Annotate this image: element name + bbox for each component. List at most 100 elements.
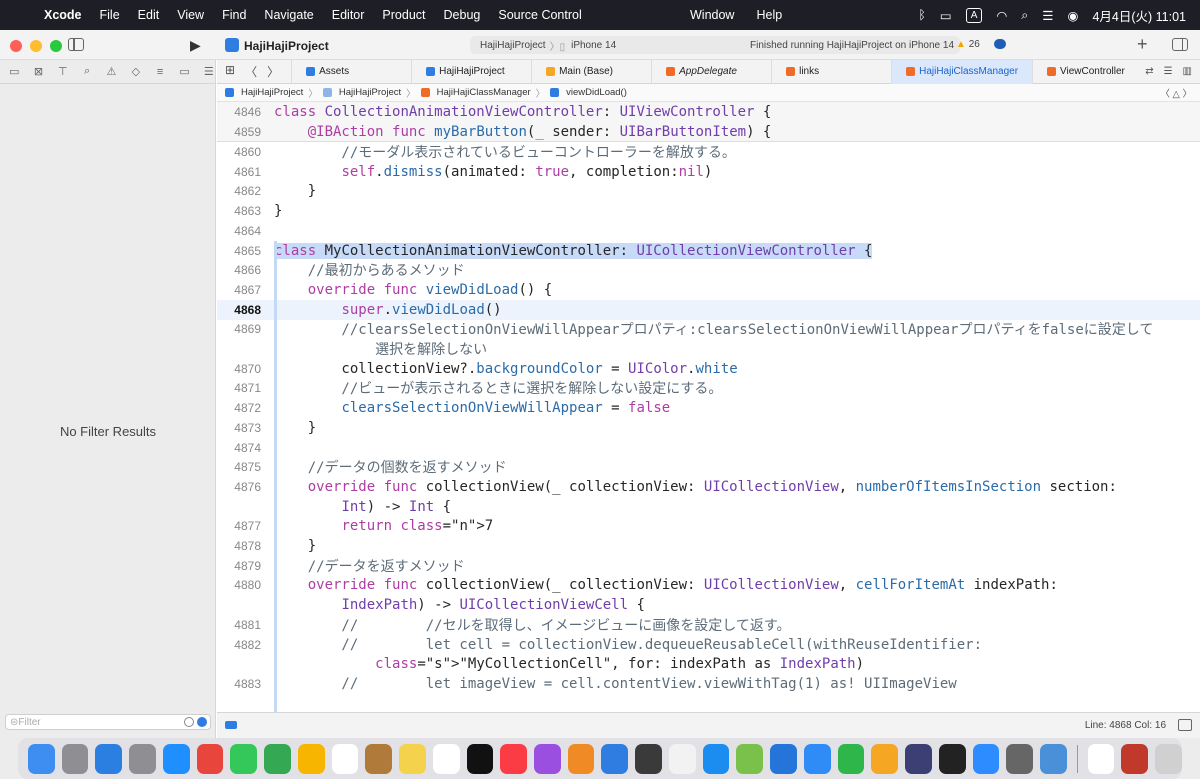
bluetooth-icon[interactable]: ᛒ bbox=[918, 8, 926, 22]
sketch-icon[interactable] bbox=[736, 743, 764, 774]
calendar-icon[interactable] bbox=[331, 743, 359, 774]
jump-bar-item[interactable]: HajiHajiProject bbox=[339, 87, 401, 98]
cloud-status-icon[interactable] bbox=[994, 39, 1006, 49]
debug-area-toggle-icon[interactable] bbox=[1178, 719, 1192, 731]
tab-main-storyboard[interactable]: Main (Base) bbox=[531, 59, 651, 84]
menu-debug[interactable]: Debug bbox=[444, 8, 481, 22]
toggle-inspector-icon[interactable] bbox=[1172, 38, 1188, 51]
textedit-icon[interactable] bbox=[1087, 743, 1115, 774]
vscode-icon[interactable] bbox=[770, 743, 797, 774]
project-title[interactable]: HajiHajiProject bbox=[244, 39, 329, 53]
back-chevron-icon[interactable]: 〈 bbox=[245, 63, 257, 80]
add-library-icon[interactable]: + bbox=[1137, 34, 1148, 55]
breakpoint-icon[interactable]: ▭ bbox=[178, 65, 190, 78]
menu-find[interactable]: Find bbox=[222, 8, 246, 22]
system-settings-icon[interactable] bbox=[129, 743, 156, 774]
books-icon[interactable] bbox=[567, 743, 595, 774]
calculator-icon[interactable] bbox=[1006, 743, 1034, 774]
trash-icon[interactable] bbox=[1155, 743, 1182, 774]
menu-window[interactable]: Window bbox=[690, 8, 734, 22]
xcode-icon[interactable] bbox=[601, 743, 629, 774]
tab-appdelegate[interactable]: AppDelegate bbox=[651, 59, 771, 84]
file-icon[interactable] bbox=[668, 743, 696, 774]
tab-hajihaji-class-manager[interactable]: HajiHajiClassManager bbox=[891, 59, 1033, 84]
finder-icon[interactable] bbox=[28, 743, 55, 774]
spotlight-search-icon[interactable]: ⌕ bbox=[1021, 8, 1028, 23]
app-icon[interactable] bbox=[905, 743, 932, 774]
debug-icon[interactable]: ≡ bbox=[154, 66, 166, 78]
jump-bar-item[interactable]: HajiHajiClassManager bbox=[437, 87, 531, 98]
menu-file[interactable]: File bbox=[100, 8, 120, 22]
menu-product[interactable]: Product bbox=[382, 8, 425, 22]
mail-icon[interactable] bbox=[95, 743, 123, 774]
warnings-indicator[interactable]: ▲ 26 bbox=[956, 39, 980, 50]
messages-icon[interactable] bbox=[230, 743, 258, 774]
safari-icon[interactable] bbox=[162, 743, 190, 774]
source-editor[interactable]: 4846 class CollectionAnimationViewContro… bbox=[217, 102, 1200, 712]
forward-chevron-icon[interactable]: 〉 bbox=[267, 63, 279, 80]
menu-edit[interactable]: Edit bbox=[138, 8, 160, 22]
zoom-icon[interactable] bbox=[972, 743, 1000, 774]
find-icon[interactable]: ⌕ bbox=[81, 65, 93, 78]
activity-viewer[interactable]: HajiHajiProject 〉▯ iPhone 14 Finished ru… bbox=[470, 36, 960, 54]
wifi-icon[interactable]: ◠ bbox=[996, 8, 1007, 23]
menu-view[interactable]: View bbox=[177, 8, 204, 22]
archive-icon[interactable] bbox=[365, 743, 393, 774]
music-icon[interactable] bbox=[500, 743, 528, 774]
editor-options-icon[interactable]: ☰ bbox=[1164, 66, 1173, 77]
launchpad-icon[interactable] bbox=[61, 743, 89, 774]
recent-filter-icon[interactable] bbox=[184, 717, 194, 727]
tab-project[interactable]: HajiHajiProject bbox=[411, 59, 531, 84]
pages-icon[interactable] bbox=[871, 743, 899, 774]
related-items-icon[interactable]: ⇄ bbox=[1145, 66, 1153, 77]
menu-editor[interactable]: Editor bbox=[332, 8, 365, 22]
issue-navigation-icon[interactable]: 〈 △ 〉 bbox=[1160, 86, 1192, 100]
grid-icon[interactable]: ⊞ bbox=[225, 63, 235, 80]
podcasts-icon[interactable] bbox=[534, 743, 561, 774]
maps-icon[interactable] bbox=[264, 743, 291, 774]
keynote-icon[interactable] bbox=[803, 743, 831, 774]
filter-input[interactable]: ⊜ Filter bbox=[5, 714, 211, 730]
dictionary-icon[interactable] bbox=[1121, 743, 1149, 774]
tv-icon[interactable] bbox=[466, 743, 494, 774]
jump-bar-item[interactable]: HajiHajiProject bbox=[241, 87, 303, 98]
device-selector[interactable]: iPhone 14 bbox=[571, 40, 616, 51]
menu-source-control[interactable]: Source Control bbox=[498, 8, 581, 22]
chrome-icon[interactable] bbox=[196, 743, 224, 774]
folder-icon[interactable]: ▭ bbox=[8, 65, 20, 78]
control-center-icon[interactable]: ☰ bbox=[1042, 8, 1053, 23]
close-window-button[interactable] bbox=[10, 40, 22, 52]
tab-assets[interactable]: Assets bbox=[291, 59, 411, 84]
jump-bar-item[interactable]: viewDidLoad() bbox=[566, 87, 627, 98]
scm-filter-icon[interactable] bbox=[197, 717, 207, 727]
siri-icon[interactable]: ◉ bbox=[1068, 8, 1079, 23]
zoom-window-button[interactable] bbox=[50, 40, 62, 52]
minimize-window-button[interactable] bbox=[30, 40, 42, 52]
instruments-icon[interactable] bbox=[635, 743, 662, 774]
menu-help[interactable]: Help bbox=[756, 8, 782, 22]
tab-viewcontroller[interactable]: ViewController bbox=[1032, 59, 1152, 84]
input-source-indicator[interactable]: A bbox=[965, 7, 983, 23]
notes-icon[interactable] bbox=[399, 743, 426, 774]
appstore-icon[interactable] bbox=[702, 743, 730, 774]
terminal-icon[interactable] bbox=[938, 743, 966, 774]
source-control-icon[interactable]: ⊠ bbox=[32, 65, 44, 78]
test-icon[interactable]: ◇ bbox=[130, 65, 142, 78]
reminders-icon[interactable] bbox=[432, 743, 460, 774]
symbol-icon[interactable]: ⊤ bbox=[57, 65, 69, 78]
report-icon[interactable]: ☰ bbox=[203, 65, 215, 78]
battery-icon[interactable]: ▭ bbox=[940, 8, 952, 23]
split-editor-icon[interactable]: ▥ bbox=[1183, 66, 1192, 77]
menu-navigate[interactable]: Navigate bbox=[264, 8, 313, 22]
numbers-icon[interactable] bbox=[837, 743, 865, 774]
run-button[interactable]: ▶ bbox=[190, 37, 201, 54]
menu-app-name[interactable]: Xcode bbox=[44, 8, 82, 22]
scheme-selector[interactable]: HajiHajiProject bbox=[480, 40, 546, 51]
tab-links[interactable]: links bbox=[771, 59, 891, 84]
simulator-icon[interactable] bbox=[1040, 743, 1067, 774]
console-toggle-icon[interactable] bbox=[225, 721, 237, 729]
toggle-navigator-icon[interactable] bbox=[68, 38, 84, 51]
menu-clock[interactable]: 4月4日(火) 11:01 bbox=[1092, 6, 1186, 25]
issue-icon[interactable]: ⚠ bbox=[105, 65, 117, 78]
photos-icon[interactable] bbox=[297, 743, 325, 774]
